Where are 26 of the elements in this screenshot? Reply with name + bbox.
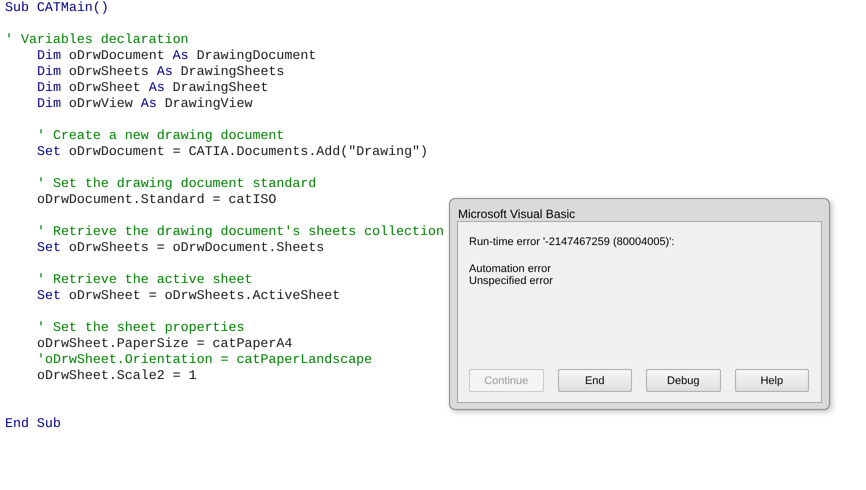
code-line: Sub CATMain()	[5, 0, 109, 16]
code-line: ' Retrieve the active sheet	[37, 272, 252, 288]
code-line: Dim oDrwSheets As DrawingSheets	[37, 64, 284, 80]
dialog-button[interactable]: Help	[734, 369, 809, 392]
error-message: Run-time error '-2147467259 (80004005)':	[469, 236, 674, 248]
code-line: End Sub	[5, 416, 61, 432]
code-line: oDrwSheet.PaperSize = catPaperA4	[37, 336, 292, 352]
code-line: oDrwDocument.Standard = catISO	[37, 192, 276, 208]
code-line: ' Variables declaration	[5, 32, 189, 48]
code-line: Dim oDrwSheet As DrawingSheet	[37, 80, 268, 96]
dialog-title: Microsoft Visual Basic	[457, 206, 576, 221]
code-line: Dim oDrwDocument As DrawingDocument	[37, 48, 316, 64]
code-line: oDrwSheet.Scale2 = 1	[37, 368, 197, 384]
code-line: Set oDrwSheets = oDrwDocument.Sheets	[37, 240, 324, 256]
code-line: Set oDrwDocument = CATIA.Documents.Add("Drawing")	[37, 144, 428, 160]
code-line: Dim oDrwView As DrawingView	[37, 96, 252, 112]
code-line: ' Create a new drawing document	[37, 128, 284, 144]
code-line: 'oDrwSheet.Orientation = catPaperLandscape	[37, 352, 372, 368]
error-detail: Unspecified error	[469, 275, 553, 287]
code-line: Set oDrwSheet = oDrwSheets.ActiveSheet	[37, 288, 340, 304]
code-line: ' Set the sheet properties	[37, 320, 244, 336]
code-line: ' Retrieve the drawing document's sheets collection	[37, 224, 444, 240]
dialog-button[interactable]: Debug	[646, 369, 720, 392]
error-detail: Automation error	[469, 263, 551, 275]
dialog-button[interactable]: End	[558, 369, 632, 392]
code-line: ' Set the drawing document standard	[37, 176, 316, 192]
